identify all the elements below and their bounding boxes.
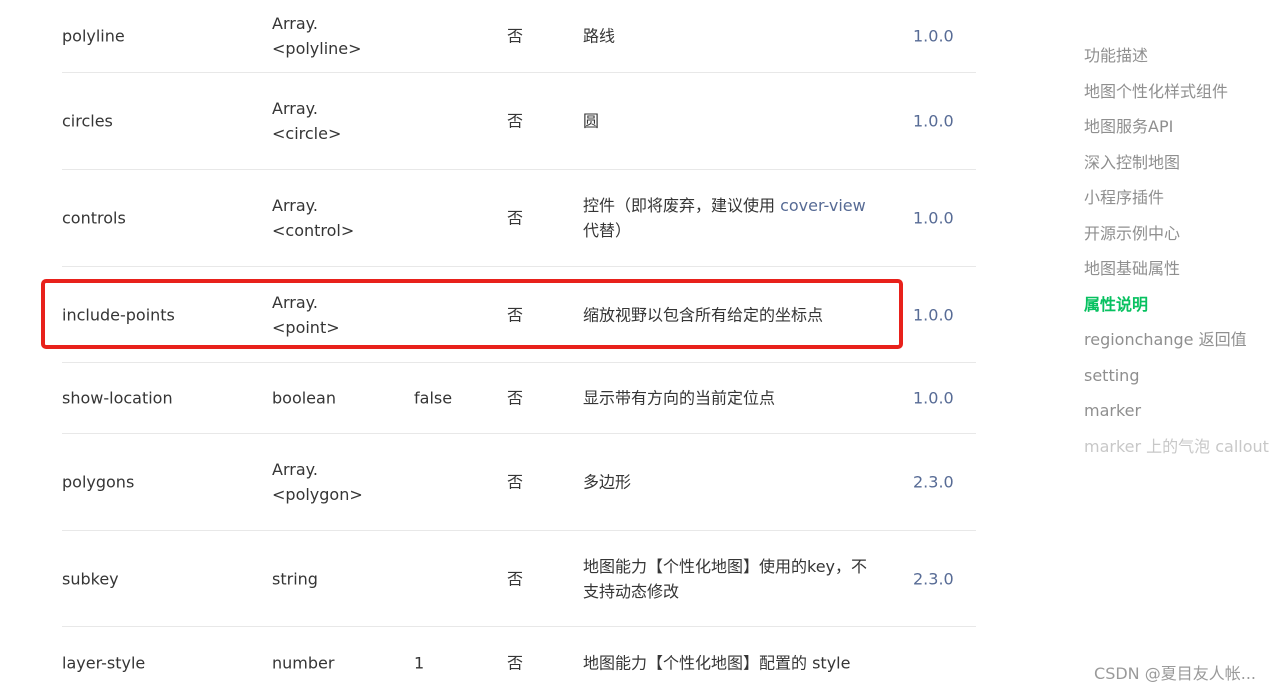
table-row: polygons Array. <polygon> 否 多边形 2.3.0 bbox=[62, 434, 976, 531]
toc-item-map-service-api[interactable]: 地图服务API bbox=[1084, 112, 1270, 148]
attr-description: 显示带有方向的当前定位点 bbox=[583, 388, 776, 408]
attr-version: 2.3.0 bbox=[913, 472, 954, 492]
table-row: polyline Array. <polyline> 否 路线 1.0.0 bbox=[62, 0, 976, 73]
toc-item-attribute-description[interactable]: 属性说明 bbox=[1084, 290, 1270, 326]
attr-name: polygons bbox=[62, 472, 135, 492]
attr-description: 缩放视野以包含所有给定的坐标点 bbox=[583, 305, 824, 324]
attr-required: 否 bbox=[507, 472, 524, 492]
toc-item-map-basic-attributes[interactable]: 地图基础属性 bbox=[1084, 254, 1270, 290]
toc-item-feature-description[interactable]: 功能描述 bbox=[1084, 41, 1270, 77]
attr-version: 1.0.0 bbox=[913, 388, 954, 408]
attr-type: boolean bbox=[272, 388, 336, 408]
attr-description: 圆 bbox=[583, 111, 600, 131]
attr-name: polyline bbox=[62, 26, 125, 46]
attr-type: string bbox=[272, 569, 318, 588]
table-row: show-location boolean false 否 显示带有方向的当前定… bbox=[62, 363, 976, 434]
attr-type: Array. <point> bbox=[272, 292, 340, 337]
attr-type: Array. <polyline> bbox=[272, 14, 362, 58]
table-of-contents: 功能描述 地图个性化样式组件 地图服务API 深入控制地图 小程序插件 开源示例… bbox=[1084, 41, 1270, 467]
toc-item-regionchange-return[interactable]: regionchange 返回值 bbox=[1084, 325, 1270, 361]
attr-type: Array. <circle> bbox=[272, 99, 342, 143]
cover-view-link[interactable]: cover-view bbox=[780, 196, 866, 215]
attr-required: 否 bbox=[507, 388, 524, 408]
table-row: layer-style number 1 否 地图能力【个性化地图】配置的 st… bbox=[62, 627, 976, 690]
toc-item-marker-callout[interactable]: marker 上的气泡 callout bbox=[1084, 432, 1270, 468]
toc-item-marker[interactable]: marker bbox=[1084, 396, 1270, 432]
attr-type: number bbox=[272, 653, 335, 673]
attr-version: 1.0.0 bbox=[913, 26, 954, 46]
toc-item-open-source-examples[interactable]: 开源示例中心 bbox=[1084, 219, 1270, 255]
toc-item-setting[interactable]: setting bbox=[1084, 361, 1270, 397]
doc-page: polyline Array. <polyline> 否 路线 1.0.0 ci… bbox=[0, 0, 1270, 690]
props-table: polyline Array. <polyline> 否 路线 1.0.0 ci… bbox=[62, 0, 976, 690]
attr-name: subkey bbox=[62, 569, 119, 588]
table-row: include-points Array. <point> 否 缩放视野以包含所… bbox=[62, 267, 976, 363]
attr-name: circles bbox=[62, 111, 113, 131]
attr-required: 否 bbox=[507, 569, 524, 588]
attr-name: controls bbox=[62, 208, 126, 228]
attr-type: Array. <polygon> bbox=[272, 460, 363, 504]
attr-name: include-points bbox=[62, 305, 175, 324]
toc-item-advanced-map-control[interactable]: 深入控制地图 bbox=[1084, 148, 1270, 184]
attr-description: 控件（即将废弃，建议使用 cover-view 代替） bbox=[583, 196, 866, 240]
attr-version: 1.0.0 bbox=[913, 208, 954, 228]
attr-name: layer-style bbox=[62, 653, 146, 673]
attr-version: 1.0.0 bbox=[913, 111, 954, 131]
attr-version: 1.0.0 bbox=[913, 305, 954, 324]
toc-item-custom-map-style[interactable]: 地图个性化样式组件 bbox=[1084, 77, 1270, 113]
table-row: circles Array. <circle> 否 圆 1.0.0 bbox=[62, 73, 976, 170]
attr-required: 否 bbox=[507, 653, 524, 673]
table-row: subkey string 否 地图能力【个性化地图】使用的key，不支持动态修… bbox=[62, 531, 976, 627]
attr-version: 2.3.0 bbox=[913, 569, 954, 588]
attr-description: 路线 bbox=[583, 26, 616, 46]
attr-required: 否 bbox=[507, 208, 524, 228]
attr-name: show-location bbox=[62, 388, 173, 408]
table-row: controls Array. <control> 否 控件（即将废弃，建议使用… bbox=[62, 170, 976, 267]
attr-default: 1 bbox=[414, 653, 425, 673]
attr-type: Array. <control> bbox=[272, 196, 355, 240]
attr-description: 地图能力【个性化地图】使用的key，不支持动态修改 bbox=[583, 556, 868, 601]
attr-required: 否 bbox=[507, 111, 524, 131]
attr-default: false bbox=[414, 388, 453, 408]
toc-item-mini-program-plugin[interactable]: 小程序插件 bbox=[1084, 183, 1270, 219]
attr-required: 否 bbox=[507, 305, 524, 324]
attr-required: 否 bbox=[507, 26, 524, 46]
attr-description: 多边形 bbox=[583, 472, 632, 492]
attr-description: 地图能力【个性化地图】配置的 style bbox=[583, 653, 851, 673]
csdn-watermark: CSDN @夏目友人帐... bbox=[1094, 664, 1256, 683]
